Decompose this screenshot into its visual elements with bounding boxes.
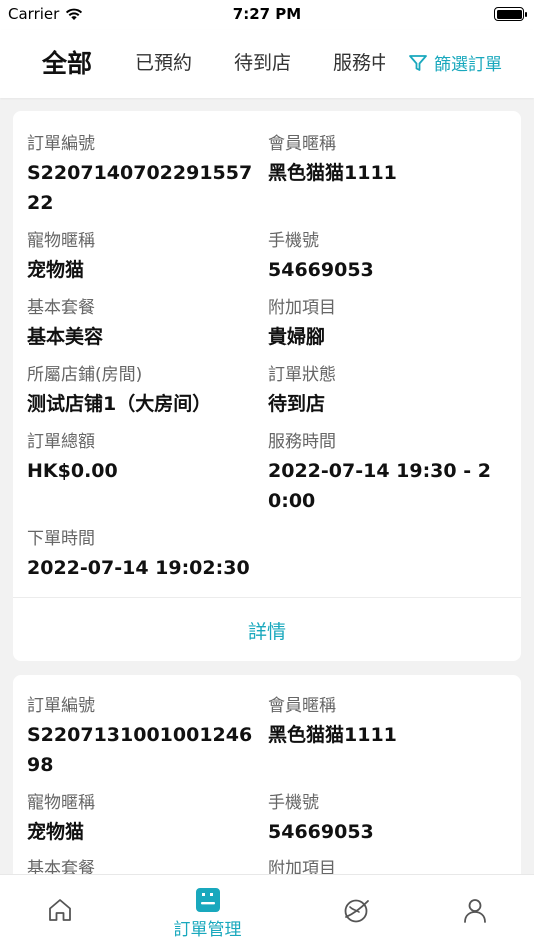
phone-field: 手機號 54669053 (268, 792, 508, 847)
order-list[interactable]: 訂單編號 S220714070229155722 會員暱稱 黑色猫猫1111 寵… (0, 98, 534, 874)
addon-field: 附加項目 貴婦腳 (268, 297, 508, 352)
planet-icon (344, 899, 369, 923)
status-tabs: 全部 已預約 待到店 服務中 (0, 30, 385, 98)
bottom-tab-bar: 訂單管理 (0, 874, 534, 950)
store-field: 所屬店鋪(房間) 测试店铺1（大房间） (27, 364, 263, 419)
order-number-field: 訂單編號 S220713100100124698 (27, 695, 259, 780)
home-icon (48, 899, 71, 921)
service-time-field: 服務時間 2022-07-14 19:30 - 20:00 (268, 431, 504, 516)
order-status-label: 訂單狀態 (268, 365, 336, 385)
member-nickname-field: 會員暱稱 黑色猫猫1111 (268, 695, 508, 750)
addon-label: 附加項目 (268, 298, 336, 318)
order-total-label: 訂單總額 (27, 432, 95, 452)
battery-icon (494, 7, 527, 21)
created-time-value: 2022-07-14 19:02:30 (27, 557, 250, 579)
order-number-value: S220713100100124698 (27, 724, 253, 776)
order-number-label: 訂單編號 (27, 696, 95, 716)
tab-awaiting-arrival[interactable]: 待到店 (234, 48, 291, 75)
base-package-label: 基本套餐 (27, 298, 95, 318)
pet-nickname-field: 寵物暱稱 宠物猫 (27, 792, 259, 847)
member-nickname-label: 會員暱稱 (268, 696, 336, 716)
order-management-icon (195, 888, 220, 912)
member-nickname-value: 黑色猫猫1111 (268, 724, 397, 746)
pet-nickname-label: 寵物暱稱 (27, 793, 95, 813)
phone-field: 手機號 54669053 (268, 230, 508, 285)
addon-value: 貴婦腳 (268, 326, 326, 348)
service-time-value: 2022-07-14 19:30 - 20:00 (268, 460, 491, 512)
filter-orders-button[interactable]: 篩選訂單 (408, 50, 502, 75)
card-divider (13, 597, 521, 598)
phone-label: 手機號 (268, 231, 319, 251)
nav-order-management[interactable]: 訂單管理 (141, 875, 274, 950)
nav-home[interactable] (0, 875, 126, 950)
order-total-field: 訂單總額 HK$0.00 (27, 431, 259, 486)
member-nickname-value: 黑色猫猫1111 (268, 162, 397, 184)
tab-in-service[interactable]: 服務中 (333, 48, 385, 75)
tab-booked[interactable]: 已預約 (135, 48, 192, 75)
order-total-value: HK$0.00 (27, 460, 118, 482)
member-nickname-label: 會員暱稱 (268, 134, 336, 154)
order-number-field: 訂單編號 S220714070229155722 (27, 133, 259, 218)
order-card: 訂單編號 S220713100100124698 會員暱稱 黑色猫猫1111 寵… (13, 675, 521, 874)
status-time: 7:27 PM (232, 5, 302, 23)
pet-nickname-label: 寵物暱稱 (27, 231, 95, 251)
pet-nickname-value: 宠物猫 (27, 259, 85, 281)
order-card: 訂單編號 S220714070229155722 會員暱稱 黑色猫猫1111 寵… (13, 111, 521, 661)
status-bar: Carrier 7:27 PM (0, 0, 534, 30)
base-package-value: 基本美容 (27, 326, 104, 348)
nav-discover[interactable] (289, 875, 422, 950)
order-number-label: 訂單編號 (27, 134, 95, 154)
store-value: 测试店铺1（大房间） (27, 393, 212, 415)
pet-nickname-value: 宠物猫 (27, 821, 85, 843)
tab-all[interactable]: 全部 (42, 44, 92, 80)
phone-label: 手機號 (268, 793, 319, 813)
phone-value: 54669053 (268, 821, 374, 843)
addon-field: 附加項目 (268, 858, 508, 874)
created-time-field: 下單時間 2022-07-14 19:02:30 (27, 528, 507, 583)
base-package-field: 基本套餐 基本美容 (27, 297, 259, 352)
addon-label: 附加項目 (268, 859, 336, 874)
created-time-label: 下單時間 (27, 529, 95, 549)
filter-icon (409, 54, 427, 71)
user-icon (463, 899, 486, 923)
base-package-label: 基本套餐 (27, 859, 95, 874)
store-label: 所屬店鋪(房間) (27, 365, 143, 385)
phone-value: 54669053 (268, 259, 374, 281)
base-package-field: 基本套餐 (27, 858, 259, 874)
nav-order-management-label: 訂單管理 (173, 920, 242, 940)
details-button[interactable]: 詳情 (13, 617, 521, 644)
pet-nickname-field: 寵物暱稱 宠物猫 (27, 230, 259, 285)
order-status-value: 待到店 (268, 393, 326, 415)
order-tab-header: 全部 已預約 待到店 服務中 篩選訂單 (0, 30, 534, 98)
filter-orders-label: 篩選訂單 (434, 55, 502, 75)
member-nickname-field: 會員暱稱 黑色猫猫1111 (268, 133, 508, 188)
order-status-field: 訂單狀態 待到店 (268, 364, 508, 419)
service-time-label: 服務時間 (268, 432, 336, 452)
order-number-value: S220714070229155722 (27, 162, 253, 214)
nav-profile[interactable] (408, 875, 534, 950)
